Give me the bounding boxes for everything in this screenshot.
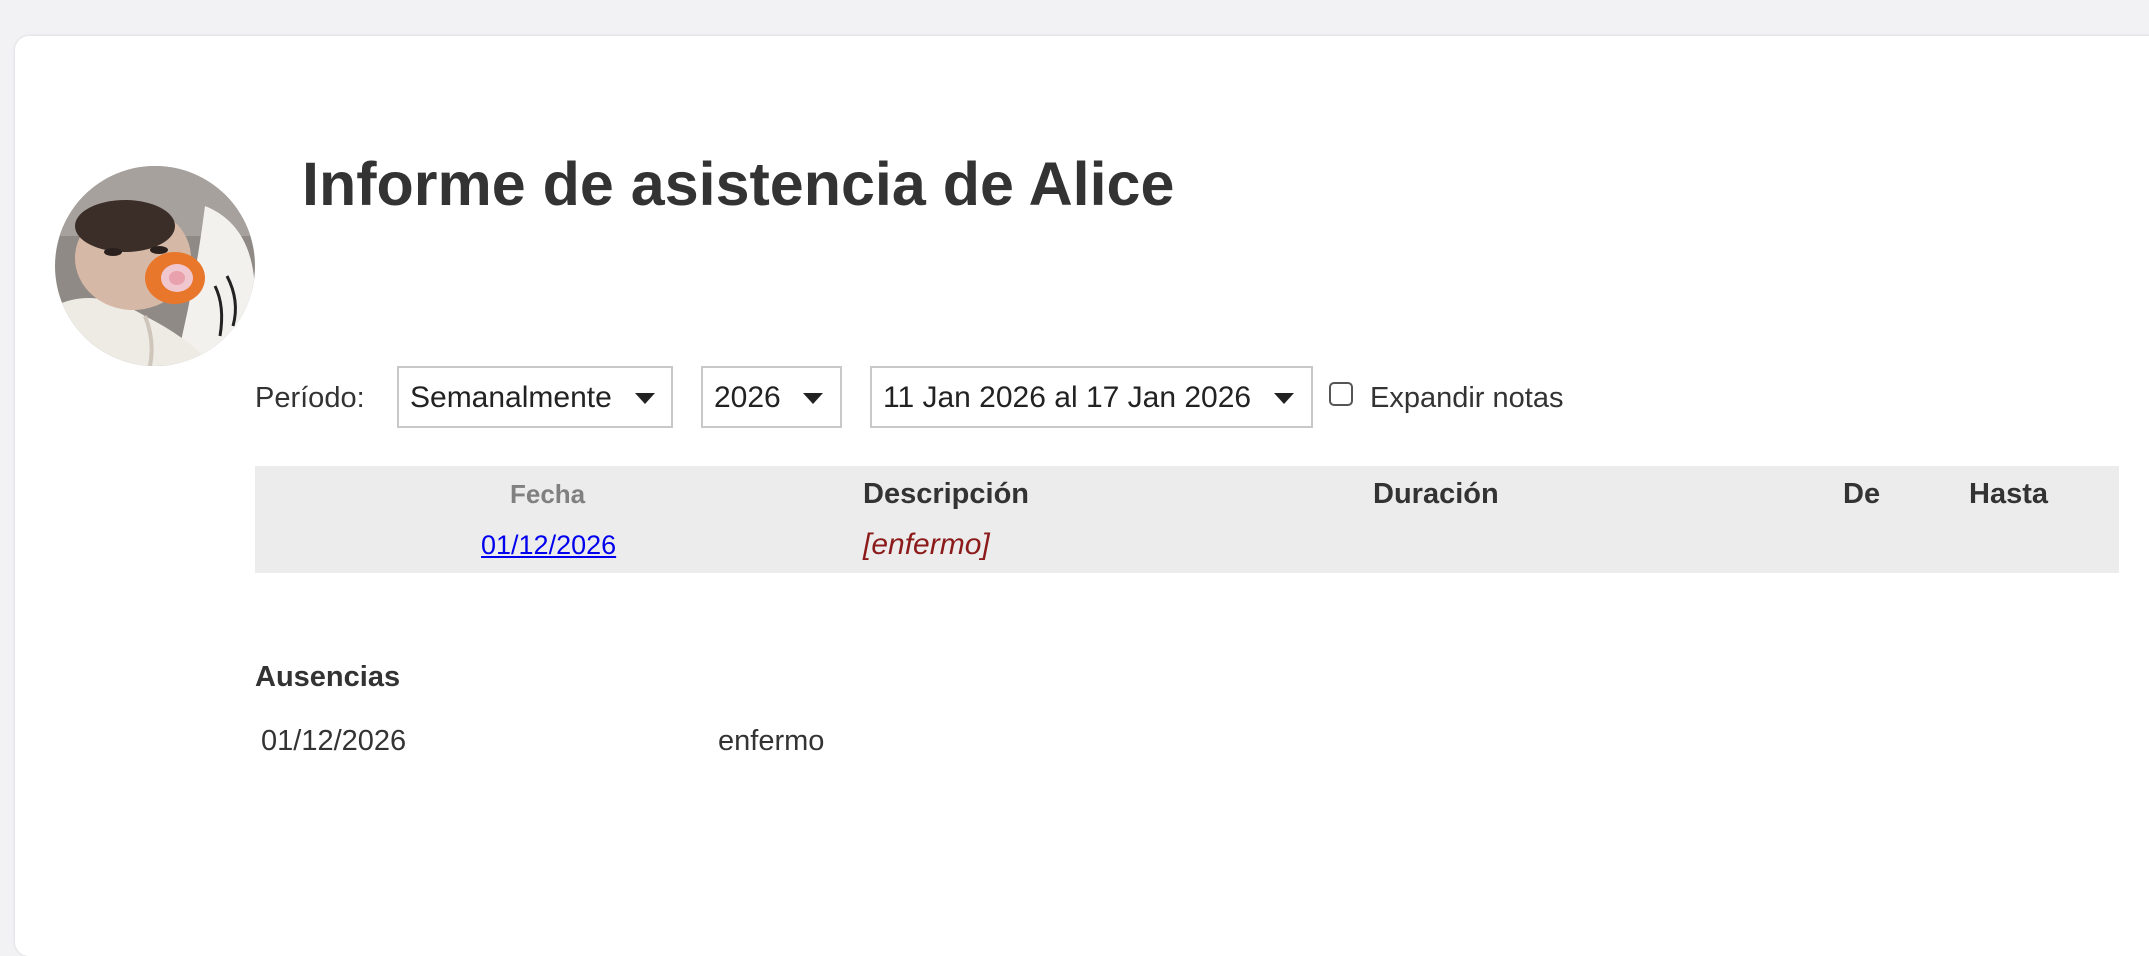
chevron-down-icon	[1274, 393, 1294, 404]
chevron-down-icon	[635, 393, 655, 404]
column-header-fecha[interactable]: Fecha	[510, 477, 585, 511]
table-row-date-link[interactable]: 01/12/2026	[481, 529, 616, 561]
expand-notes-label[interactable]: Expandir notas	[1370, 382, 1563, 414]
year-select-value: 2026	[714, 381, 781, 414]
column-header-descripcion: Descripción	[863, 478, 1029, 510]
column-header-de: De	[1843, 478, 1881, 510]
expand-notes-checkbox[interactable]	[1329, 382, 1353, 406]
page-title: Informe de asistencia de Alice	[302, 150, 1175, 218]
table-row-description: [enfermo]	[863, 528, 990, 561]
period-label: Período:	[255, 382, 365, 414]
date-range-select-value: 11 Jan 2026 al 17 Jan 2026	[883, 381, 1252, 414]
baby-photo-image	[55, 166, 255, 366]
column-header-hasta: Hasta	[1969, 478, 2048, 510]
period-select-value: Semanalmente	[410, 381, 612, 414]
attendance-table: Fecha Descripción Duración De Hasta 01/1…	[255, 466, 2119, 573]
chevron-down-icon	[803, 393, 823, 404]
column-header-duracion: Duración	[1373, 478, 1499, 510]
period-select[interactable]: Semanalmente	[397, 366, 673, 428]
absence-reason: enfermo	[718, 725, 825, 757]
report-filters: Período: Semanalmente 2026 11 Jan 2026 a…	[255, 366, 1655, 430]
date-range-select[interactable]: 11 Jan 2026 al 17 Jan 2026	[870, 366, 1313, 428]
avatar	[55, 166, 255, 366]
absence-list-item: 01/12/2026 enfermo	[255, 724, 1155, 760]
absences-title: Ausencias	[255, 661, 401, 693]
absence-date: 01/12/2026	[261, 725, 407, 757]
year-select[interactable]: 2026	[701, 366, 842, 428]
